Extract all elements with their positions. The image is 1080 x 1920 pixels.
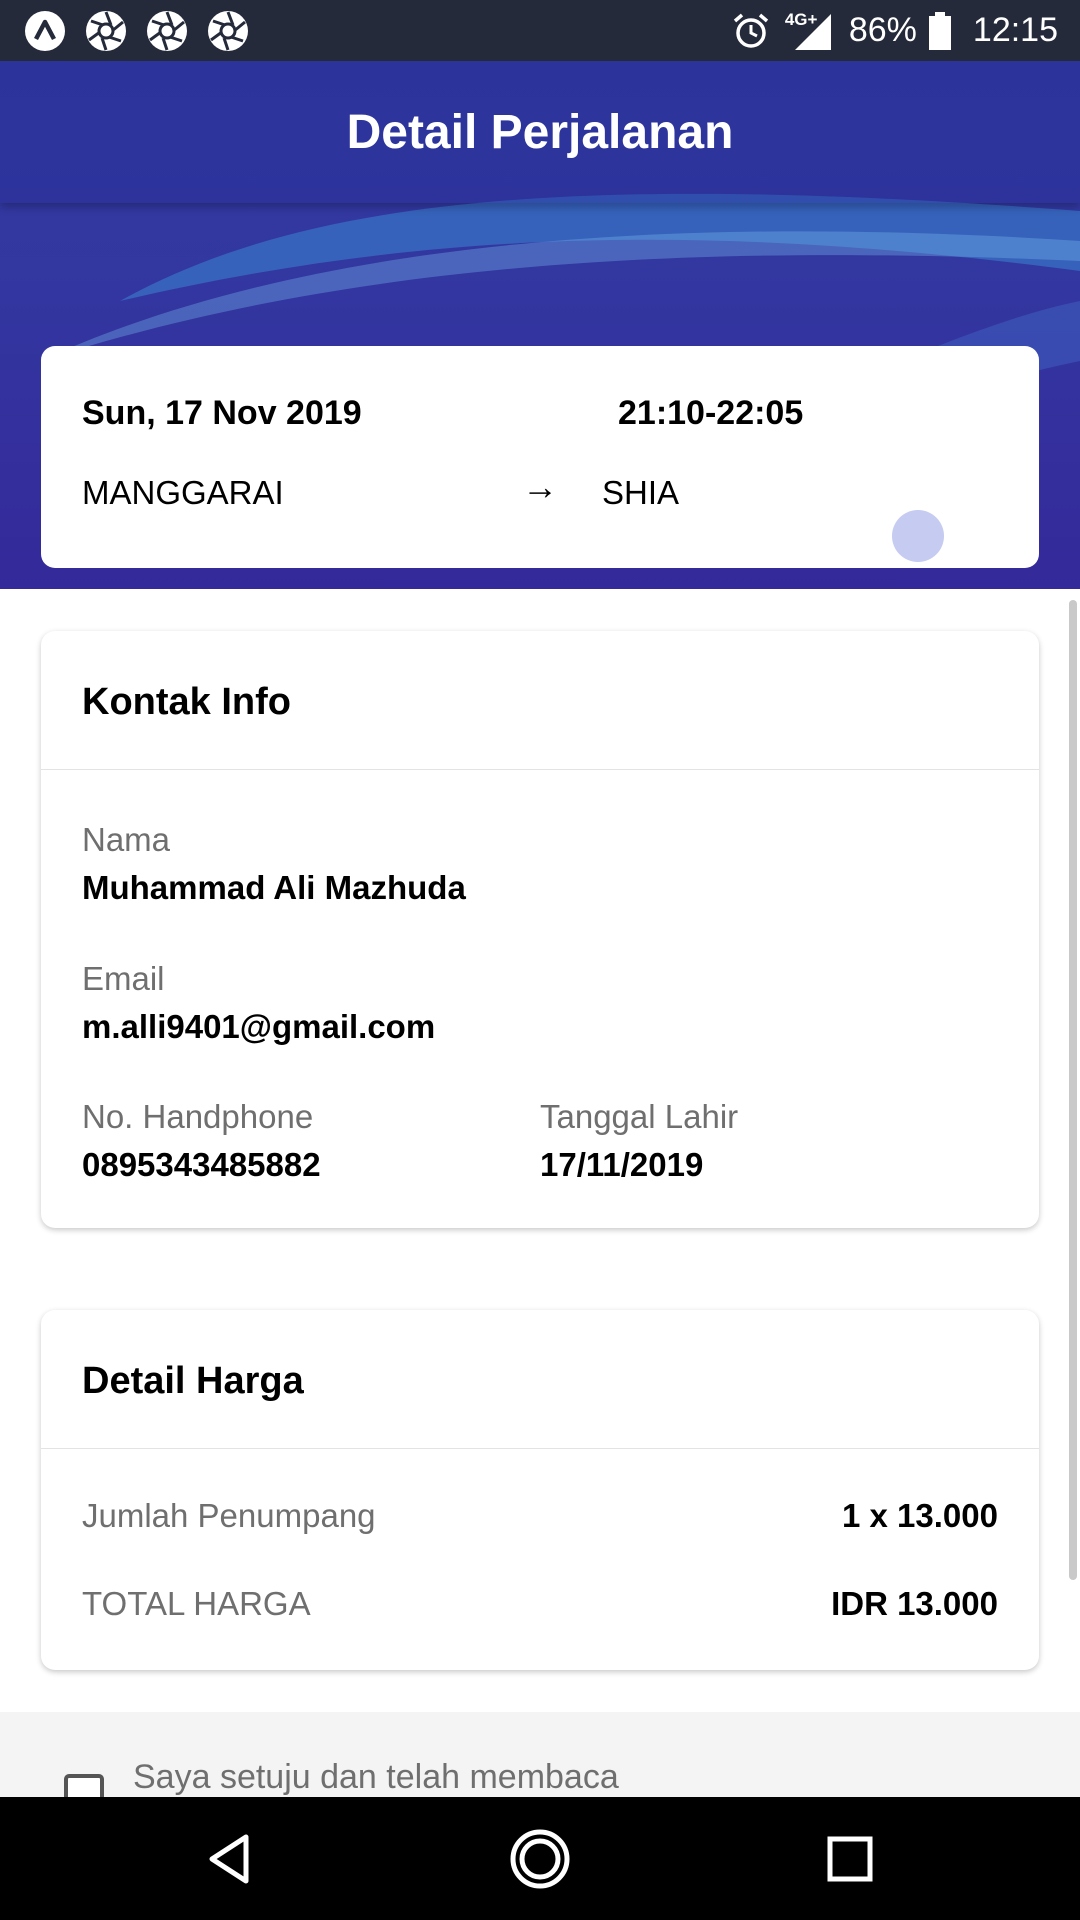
birth-date-value: 17/11/2019: [540, 1146, 704, 1183]
signal-indicator: 4G+: [785, 6, 835, 56]
price-detail-title: Detail Harga: [82, 1360, 304, 1402]
contact-info-title: Kontak Info: [82, 681, 291, 723]
phone-value: 0895343485882: [82, 1146, 321, 1183]
system-nav-bar: [0, 1797, 1080, 1920]
email-value: m.alli9401@gmail.com: [82, 1008, 436, 1045]
price-detail-card: Detail Harga Jumlah Penumpang 1 x 13.000…: [41, 1310, 1039, 1670]
passenger-count-value: 1 x 13.000: [842, 1497, 998, 1534]
origin-station: MANGGARAI: [82, 474, 284, 511]
arrow-right-icon: →: [522, 466, 558, 507]
app-a-icon: [25, 11, 65, 51]
divider: [41, 769, 1039, 770]
app-bar: Detail Perjalanan: [0, 61, 1080, 203]
passenger-count-label: Jumlah Penumpang: [82, 1497, 376, 1534]
back-icon[interactable]: [194, 1823, 266, 1895]
total-price-label: TOTAL HARGA: [82, 1585, 311, 1622]
home-icon[interactable]: [504, 1823, 576, 1895]
total-price-value: IDR 13.000: [831, 1585, 998, 1622]
aperture-icon: [147, 11, 187, 51]
trip-time: 21:10-22:05: [618, 394, 804, 432]
aperture-icon: [208, 11, 248, 51]
aperture-icon: [86, 11, 126, 51]
page-title: Detail Perjalanan: [346, 105, 734, 159]
touch-indicator: [892, 510, 944, 562]
birth-date-label: Tanggal Lahir: [540, 1098, 739, 1135]
trip-summary-card: Sun, 17 Nov 2019 21:10-22:05 MANGGARAI →…: [41, 346, 1039, 568]
destination-station: SHIA: [602, 474, 680, 511]
trip-date: Sun, 17 Nov 2019: [82, 394, 362, 432]
divider: [41, 1448, 1039, 1449]
clock: 12:15: [972, 11, 1058, 49]
contact-info-card: Kontak Info Nama Muhammad Ali Mazhuda Em…: [41, 631, 1039, 1228]
email-label: Email: [82, 960, 165, 997]
name-label: Nama: [82, 821, 171, 858]
trip-header: Detail Perjalanan Sun, 17 Nov 2019 21:10…: [0, 61, 1080, 589]
scrollbar[interactable]: [1069, 600, 1077, 1580]
agreement-row: Saya setuju dan telah membaca: [0, 1712, 1080, 1814]
battery-icon: [928, 11, 951, 50]
agreement-text: Saya setuju dan telah membaca: [133, 1758, 619, 1796]
phone-label: No. Handphone: [82, 1098, 314, 1135]
battery-percent: 86%: [848, 11, 917, 49]
name-value: Muhammad Ali Mazhuda: [82, 869, 466, 906]
status-bar: 4G+ 86% 12:15: [0, 0, 1080, 61]
recents-icon[interactable]: [814, 1823, 886, 1895]
alarm-icon: [733, 13, 768, 48]
signal-icon: [794, 13, 831, 50]
